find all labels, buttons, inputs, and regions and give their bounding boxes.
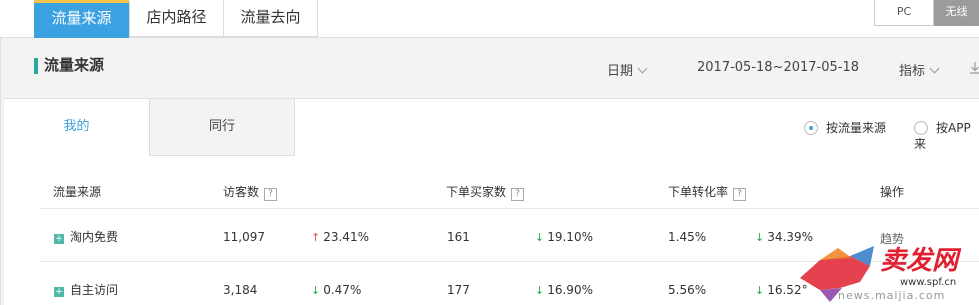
expand-plus-icon[interactable]: +: [54, 287, 64, 297]
download-icon[interactable]: [970, 62, 979, 74]
watermark-url: www.spf.cn: [900, 277, 957, 288]
radio-by-traffic-source[interactable]: 按流量来源: [804, 120, 886, 136]
change-value: 0.47%: [323, 283, 362, 297]
buyers-change: ↓ 16.90%: [535, 283, 593, 297]
arrow-up-icon: ↑: [311, 231, 321, 244]
source-label: 自主访问: [70, 283, 119, 297]
date-dropdown[interactable]: 日期: [607, 60, 648, 79]
source-cell[interactable]: + 自主访问: [54, 281, 118, 298]
arrow-down-icon: ↓: [535, 231, 545, 244]
arrow-down-icon: ↓: [755, 231, 765, 244]
subtab-peers[interactable]: 同行: [150, 99, 295, 156]
help-icon[interactable]: ?: [511, 188, 525, 201]
top-tab-bar: 流量来源 店内路径 流量去向 PC 无线: [0, 0, 979, 38]
radio-checked-icon: [804, 121, 818, 135]
visitors-value: 11,097: [223, 230, 265, 244]
expand-plus-icon[interactable]: +: [54, 234, 64, 244]
buyers-change: ↓ 19.10%: [535, 230, 593, 244]
metric-label: 指标: [899, 64, 926, 79]
change-value: 19.10%: [547, 230, 593, 244]
rate-value: 1.45%: [668, 230, 707, 244]
radio-label: 按流量来源: [826, 121, 887, 135]
arrow-down-icon: ↓: [755, 284, 765, 297]
device-wireless-button[interactable]: 无线: [934, 0, 979, 26]
subtab-mine[interactable]: 我的: [4, 99, 150, 156]
title-accent-bar: [34, 58, 38, 74]
column-header-label: 访客数: [223, 185, 260, 199]
device-pc-button[interactable]: PC: [874, 0, 934, 26]
arrow-down-icon: ↓: [535, 284, 545, 297]
buyers-value: 161: [447, 230, 470, 244]
column-header-label: 下单转化率: [668, 185, 729, 199]
column-header-source: 流量来源: [53, 185, 102, 199]
watermark-brand: 卖发网: [880, 246, 959, 276]
column-header-conversion: 下单转化率?: [668, 183, 747, 201]
column-header-buyers: 下单买家数?: [446, 183, 525, 201]
divider: [39, 208, 979, 209]
help-icon[interactable]: ?: [733, 188, 747, 201]
metric-dropdown[interactable]: 指标: [899, 60, 940, 79]
rate-value: 5.56%: [668, 283, 707, 297]
change-value: 16.90%: [547, 283, 593, 297]
source-cell[interactable]: + 淘内免费: [54, 228, 118, 245]
radio-unchecked-icon: [914, 121, 928, 135]
change-value: 23.41%: [323, 230, 369, 244]
visitors-value: 3,184: [223, 283, 258, 297]
source-label: 淘内免费: [70, 230, 119, 244]
tab-traffic-source[interactable]: 流量来源: [34, 0, 129, 38]
tab-store-path[interactable]: 店内路径: [129, 0, 224, 37]
date-label: 日期: [607, 64, 634, 79]
buyers-value: 177: [447, 283, 470, 297]
radio-by-app[interactable]: 按APP来: [914, 120, 979, 152]
arrow-down-icon: ↓: [311, 284, 321, 297]
visitors-change: ↓ 0.47%: [311, 283, 361, 297]
help-icon[interactable]: ?: [264, 188, 278, 201]
panel-header: 流量来源 日期 2017-05-18~2017-05-18 指标: [1, 38, 979, 98]
column-header-label: 下单买家数: [446, 185, 507, 199]
column-header-action: 操作: [880, 185, 905, 199]
visitors-change: ↑ 23.41%: [311, 230, 369, 244]
tab-traffic-destination[interactable]: 流量去向: [223, 0, 318, 37]
chevron-down-icon: [637, 63, 648, 74]
column-header-visitors: 访客数?: [223, 183, 278, 201]
date-range[interactable]: 2017-05-18~2017-05-18: [697, 60, 859, 75]
watermark-url-secondary: news.maijia.com: [838, 289, 946, 302]
chevron-down-icon: [929, 63, 940, 74]
panel-title: 流量来源: [44, 56, 105, 74]
